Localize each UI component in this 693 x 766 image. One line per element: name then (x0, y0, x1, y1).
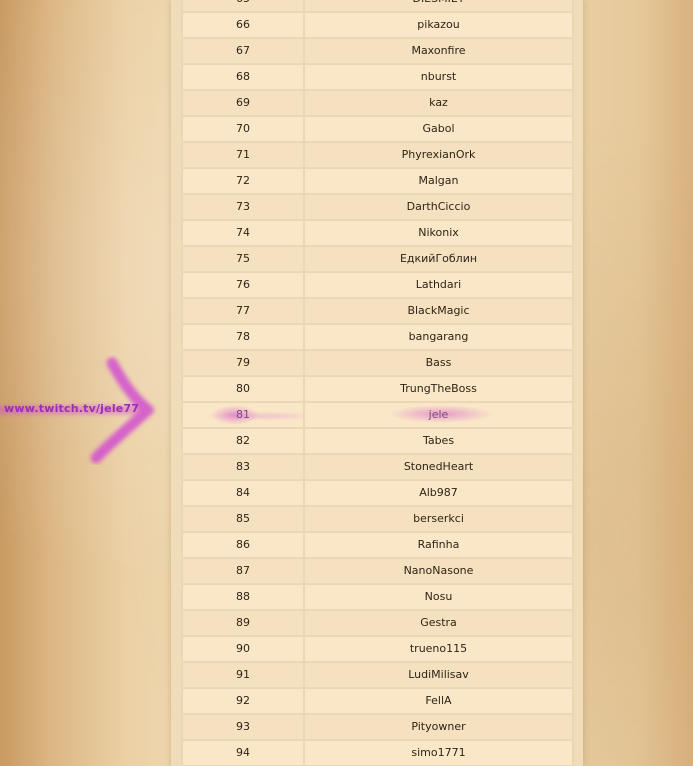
table-row: 67 Maxonfire (181, 37, 574, 65)
player-name-cell: pikazou (303, 11, 574, 39)
player-name-cell: TrungTheBoss (303, 375, 574, 403)
table-row: 80 TrungTheBoss (181, 375, 574, 403)
player-name-cell: Tabes (303, 427, 574, 455)
player-name-cell: BlackMagic (303, 297, 574, 325)
player-name-cell: berserkci (303, 505, 574, 533)
table-row: 66 pikazou (181, 11, 574, 39)
table-row: 86 Rafinha (181, 531, 574, 559)
player-name-cell: ЕдкийГоблин (303, 245, 574, 273)
player-name-cell: kaz (303, 89, 574, 117)
rank-cell: 93 (181, 713, 305, 741)
player-name-cell: NanoNasone (303, 557, 574, 585)
rank-cell: 69 (181, 89, 305, 117)
rank-cell: 76 (181, 271, 305, 299)
rank-cell: 73 (181, 193, 305, 221)
table-row: 90 trueno115 (181, 635, 574, 663)
table-row: 74 Nikonix (181, 219, 574, 247)
table-row: 79 Bass (181, 349, 574, 377)
player-name-cell: Bass (303, 349, 574, 377)
rank-cell: 88 (181, 583, 305, 611)
rank-cell: 87 (181, 557, 305, 585)
player-name-cell: Gestra (303, 609, 574, 637)
table-row: 85 berserkci (181, 505, 574, 533)
rank-cell: 67 (181, 37, 305, 65)
table-row: 88 Nosu (181, 583, 574, 611)
rank-cell: 74 (181, 219, 305, 247)
player-name-cell: simo1771 (303, 739, 574, 766)
table-row: 72 Malgan (181, 167, 574, 195)
player-name-cell: nburst (303, 63, 574, 91)
rank-cell: 82 (181, 427, 305, 455)
player-name-cell: Rafinha (303, 531, 574, 559)
rank-cell: 65 (181, 0, 305, 13)
player-name-cell: FellA (303, 687, 574, 715)
rank-cell: 79 (181, 349, 305, 377)
table-row: 76 Lathdari (181, 271, 574, 299)
player-name-cell: Alb987 (303, 479, 574, 507)
table-row: 77 BlackMagic (181, 297, 574, 325)
rank-cell: 71 (181, 141, 305, 169)
table-row: 92 FellA (181, 687, 574, 715)
rank-cell: 84 (181, 479, 305, 507)
table-row: 91 LudiMilisav (181, 661, 574, 689)
player-name-cell: Nikonix (303, 219, 574, 247)
annotation-link-text: www.twitch.tv/jele77 (4, 402, 140, 415)
table-row: 89 Gestra (181, 609, 574, 637)
player-name-cell: StonedHeart (303, 453, 574, 481)
player-name-cell: DIESMIET (303, 0, 574, 13)
rank-cell: 68 (181, 63, 305, 91)
table-row: 78 bangarang (181, 323, 574, 351)
rank-cell: 85 (181, 505, 305, 533)
table-row: 75 ЕдкийГоблин (181, 245, 574, 273)
player-name-cell: jele (303, 401, 574, 429)
player-name-cell: trueno115 (303, 635, 574, 663)
table-row: 68 nburst (181, 63, 574, 91)
table-row: 83 StonedHeart (181, 453, 574, 481)
leaderboard-body: 65DIESMIET66pikazou67Maxonfire68nburst69… (181, 0, 574, 766)
table-row: 87 NanoNasone (181, 557, 574, 585)
player-name-cell: PhyrexianOrk (303, 141, 574, 169)
leaderboard-table: 65DIESMIET66pikazou67Maxonfire68nburst69… (181, 0, 574, 766)
player-name-cell: bangarang (303, 323, 574, 351)
rank-cell: 81 (181, 401, 305, 429)
rank-cell: 70 (181, 115, 305, 143)
table-row: 73 DarthCiccio (181, 193, 574, 221)
table-row: 70 Gabol (181, 115, 574, 143)
rank-cell: 91 (181, 661, 305, 689)
rank-cell: 86 (181, 531, 305, 559)
player-name-cell: Nosu (303, 583, 574, 611)
table-row: 82 Tabes (181, 427, 574, 455)
player-name-cell: LudiMilisav (303, 661, 574, 689)
table-row: 69 kaz (181, 89, 574, 117)
rank-cell: 77 (181, 297, 305, 325)
player-name-cell: Malgan (303, 167, 574, 195)
rank-cell: 90 (181, 635, 305, 663)
rank-cell: 72 (181, 167, 305, 195)
rank-cell: 89 (181, 609, 305, 637)
table-row: 71 PhyrexianOrk (181, 141, 574, 169)
rank-cell: 94 (181, 739, 305, 766)
rank-cell: 80 (181, 375, 305, 403)
rank-cell: 75 (181, 245, 305, 273)
rank-cell: 92 (181, 687, 305, 715)
table-row: 65DIESMIET (181, 0, 574, 13)
table-row: 94 simo1771 (181, 739, 574, 766)
rank-cell: 78 (181, 323, 305, 351)
table-row: 93 Pityowner (181, 713, 574, 741)
player-name-cell: Maxonfire (303, 37, 574, 65)
player-name-cell: DarthCiccio (303, 193, 574, 221)
player-name-cell: Pityowner (303, 713, 574, 741)
table-row: 81 jele (181, 401, 574, 429)
rank-cell: 66 (181, 11, 305, 39)
player-name-cell: Gabol (303, 115, 574, 143)
table-row: 84 Alb987 (181, 479, 574, 507)
rank-cell: 83 (181, 453, 305, 481)
player-name-cell: Lathdari (303, 271, 574, 299)
